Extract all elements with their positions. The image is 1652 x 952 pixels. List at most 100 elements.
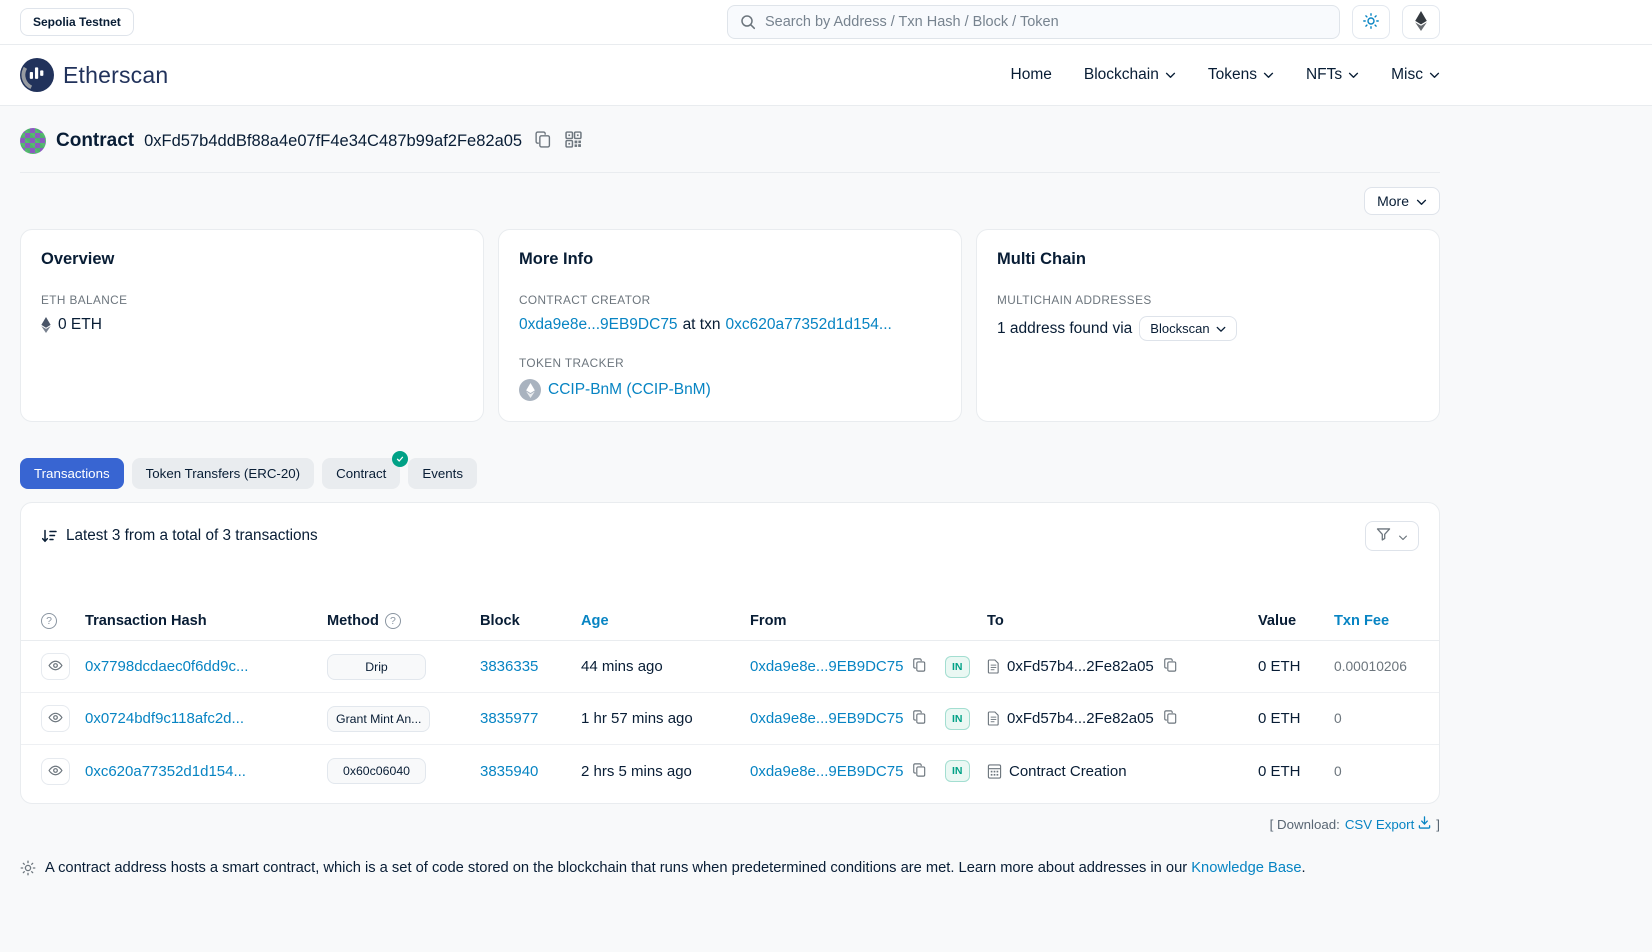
block-link[interactable]: 3836335: [480, 658, 538, 675]
nav-tokens[interactable]: Tokens: [1208, 66, 1274, 84]
token-tracker-link[interactable]: CCIP-BnM (CCIP-BnM): [548, 381, 711, 399]
direction-badge: IN: [945, 656, 970, 678]
creator-address-link[interactable]: 0xda9e8e...9EB9DC75: [519, 316, 678, 334]
copy-address-button[interactable]: [532, 129, 553, 153]
blockscan-dropdown[interactable]: Blockscan: [1139, 316, 1236, 341]
txn-fee-cell: 0.00010206: [1334, 659, 1419, 674]
chevron-down-icon: [1429, 66, 1440, 84]
col-age-toggle[interactable]: Age: [581, 613, 609, 629]
help-icon[interactable]: ?: [385, 613, 401, 629]
copy-icon: [534, 131, 551, 151]
tx-preview-button[interactable]: [41, 705, 70, 732]
tab-token-transfers[interactable]: Token Transfers (ERC-20): [132, 458, 314, 489]
chevron-down-icon: [1216, 321, 1226, 336]
tx-hash-link[interactable]: 0xc620a77352d1d154...: [85, 763, 246, 780]
search-input[interactable]: [765, 14, 1327, 30]
copy-to-button[interactable]: [1161, 656, 1179, 677]
qr-icon: [565, 131, 582, 151]
tab-contract[interactable]: Contract: [322, 458, 400, 489]
contract-creation-icon: [987, 764, 1002, 779]
transactions-summary: Latest 3 from a total of 3 transactions: [66, 527, 318, 545]
from-address-link[interactable]: 0xda9e8e...9EB9DC75: [750, 763, 903, 780]
contract-footnote: A contract address hosts a smart contrac…: [20, 860, 1440, 876]
tx-preview-button[interactable]: [41, 653, 70, 680]
block-link[interactable]: 3835940: [480, 763, 538, 780]
nav-home[interactable]: Home: [1011, 66, 1052, 84]
etherscan-logo-icon: [20, 58, 54, 92]
tx-hash-link[interactable]: 0x7798dcdaec0f6dd9c...: [85, 658, 248, 675]
tab-transactions[interactable]: Transactions: [20, 458, 124, 489]
from-address-link[interactable]: 0xda9e8e...9EB9DC75: [750, 710, 903, 727]
block-link[interactable]: 3835977: [480, 710, 538, 727]
creation-txn-link[interactable]: 0xc620a77352d1d154...: [725, 316, 891, 334]
method-badge: Drip: [327, 654, 426, 680]
search-box[interactable]: [727, 5, 1340, 39]
help-icon[interactable]: ?: [41, 613, 57, 629]
txn-fee-cell: 0: [1334, 764, 1419, 779]
nav-nfts[interactable]: NFTs: [1306, 66, 1359, 84]
download-row: [ Download: CSV Export ]: [20, 816, 1440, 832]
copy-icon: [912, 763, 926, 780]
col-txn-fee-toggle[interactable]: Txn Fee: [1334, 613, 1389, 629]
creator-connector-text: at txn: [683, 316, 721, 334]
copy-from-button[interactable]: [910, 656, 928, 677]
chevron-down-icon: [1348, 66, 1359, 84]
token-icon: [519, 379, 541, 401]
col-block: Block: [480, 613, 581, 629]
value-cell: 0 ETH: [1258, 710, 1334, 727]
copy-icon: [912, 658, 926, 675]
verified-check-icon: [392, 451, 408, 467]
eth-balance-label: ETH BALANCE: [41, 293, 463, 307]
theme-toggle-button[interactable]: [1352, 5, 1390, 39]
contract-address: 0xFd57b4ddBf88a4e07fF4e34C487b99af2Fe82a…: [144, 132, 522, 151]
more-info-card: More Info CONTRACT CREATOR 0xda9e8e...9E…: [498, 229, 962, 422]
nav-blockchain[interactable]: Blockchain: [1084, 66, 1176, 84]
eye-icon: [48, 711, 63, 726]
copy-from-button[interactable]: [910, 708, 928, 729]
ethereum-icon: [41, 317, 51, 333]
contract-heading: Contract 0xFd57b4ddBf88a4e07fF4e34C487b9…: [20, 128, 1440, 154]
main-nav: Home Blockchain Tokens NFTs Misc: [1011, 66, 1440, 84]
eye-icon: [48, 659, 63, 674]
nav-misc[interactable]: Misc: [1391, 66, 1440, 84]
network-badge[interactable]: Sepolia Testnet: [20, 8, 134, 36]
network-switcher-button[interactable]: [1402, 5, 1440, 39]
direction-badge: IN: [945, 760, 970, 782]
chevron-down-icon: [1263, 66, 1274, 84]
tx-hash-link[interactable]: 0x0724bdf9c118afc2d...: [85, 710, 244, 727]
more-info-title: More Info: [519, 250, 941, 269]
copy-to-button[interactable]: [1161, 708, 1179, 729]
contract-creator-label: CONTRACT CREATOR: [519, 293, 941, 307]
method-badge: Grant Mint An...: [327, 706, 430, 732]
contract-creation-label: Contract Creation: [1009, 763, 1127, 780]
download-icon: [1418, 816, 1431, 832]
contract-doc-icon: [987, 711, 1000, 726]
qr-code-button[interactable]: [563, 129, 584, 153]
copy-from-button[interactable]: [910, 761, 928, 782]
token-tracker-label: TOKEN TRACKER: [519, 356, 941, 370]
transactions-panel: Latest 3 from a total of 3 transactions …: [20, 502, 1440, 804]
tab-bar: Transactions Token Transfers (ERC-20) Co…: [20, 458, 1440, 489]
sort-icon: [41, 529, 57, 543]
tx-preview-button[interactable]: [41, 758, 70, 785]
page-title: Contract: [56, 130, 134, 152]
more-button[interactable]: More: [1364, 187, 1440, 215]
filter-button[interactable]: [1365, 521, 1419, 551]
summary-cards: Overview ETH BALANCE 0 ETH More Info CON…: [20, 229, 1440, 422]
csv-export-link[interactable]: CSV Export: [1345, 816, 1431, 832]
txn-fee-cell: 0: [1334, 711, 1419, 726]
age-cell: 44 mins ago: [581, 658, 750, 675]
col-transaction-hash: Transaction Hash: [85, 613, 327, 629]
contract-doc-icon: [987, 659, 1000, 674]
copy-icon: [1163, 710, 1177, 727]
method-badge: 0x60c06040: [327, 758, 426, 784]
knowledge-base-link[interactable]: Knowledge Base: [1191, 860, 1301, 876]
search-icon: [740, 14, 756, 30]
overview-title: Overview: [41, 250, 463, 269]
ethereum-icon: [1415, 11, 1427, 34]
etherscan-logo[interactable]: Etherscan: [20, 58, 168, 92]
from-address-link[interactable]: 0xda9e8e...9EB9DC75: [750, 658, 903, 675]
tab-events[interactable]: Events: [408, 458, 477, 489]
eye-icon: [48, 764, 63, 779]
copy-icon: [1163, 658, 1177, 675]
